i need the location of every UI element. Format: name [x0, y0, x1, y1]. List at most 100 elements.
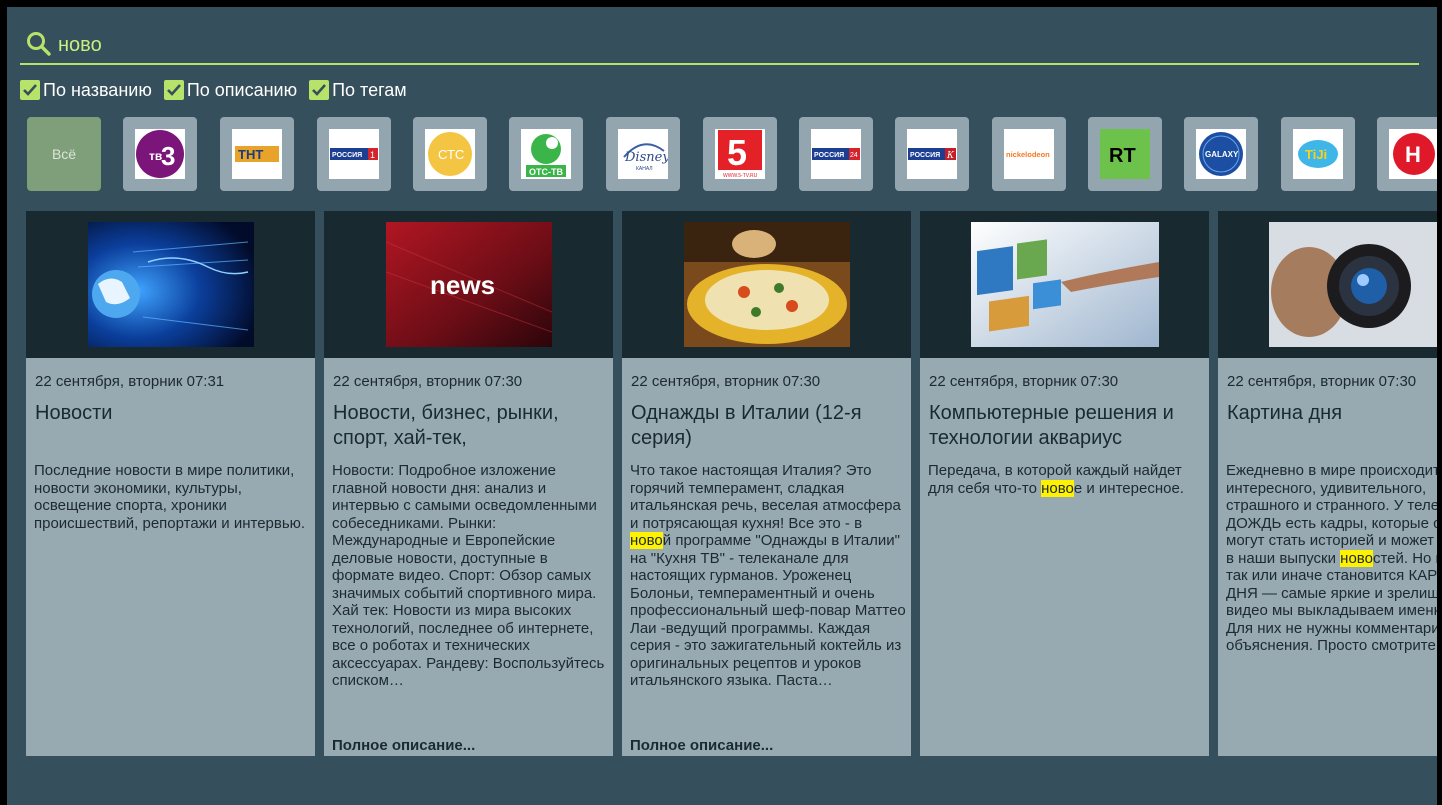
- svg-text:24: 24: [850, 152, 858, 159]
- filter-by-title[interactable]: По названию: [20, 80, 152, 101]
- svg-text:ТНТ: ТНТ: [238, 147, 263, 162]
- disney-logo: Disney КАНАЛ: [618, 129, 668, 179]
- card-date: 22 сентября, вторник 07:30: [631, 373, 821, 390]
- channel5-logo: 5 WWW.5-TV.RU: [715, 129, 765, 179]
- svg-text:ОТС-ТВ: ОТС-ТВ: [529, 167, 563, 177]
- tech-screens-thumbnail: [970, 222, 1159, 347]
- filter-label: По названию: [43, 79, 152, 100]
- russia24-logo: РОССИЯ 24: [811, 129, 861, 179]
- svg-text:РОССИЯ: РОССИЯ: [910, 152, 940, 159]
- channel-ots[interactable]: ОТС-ТВ: [509, 117, 583, 191]
- channel-all-button[interactable]: Всё: [27, 117, 101, 191]
- desc-text: Последние новости в мире политики, новос…: [34, 462, 306, 532]
- channel-tv3[interactable]: тв 3: [123, 117, 197, 191]
- channel-galaxy[interactable]: GALAXY: [1184, 117, 1258, 191]
- svg-text:К: К: [946, 151, 955, 161]
- desc-text: й программе "Однажды в Италии" на "Кухня…: [630, 532, 906, 689]
- rt-logo: RT: [1100, 129, 1150, 179]
- card-description: Ежедневно в мире происходит интересного,…: [1226, 462, 1437, 655]
- program-card[interactable]: 22 сентября, вторник 07:31 Новости После…: [26, 211, 315, 756]
- desc-text: е и интересное.: [1073, 479, 1184, 497]
- channel-russia24[interactable]: РОССИЯ 24: [799, 117, 873, 191]
- channel-all-label: Всё: [51, 146, 77, 162]
- card-description: Новости: Подробное изложение главной нов…: [332, 462, 608, 690]
- card-thumbnail-area: [622, 211, 911, 358]
- checkbox-checked-icon[interactable]: [163, 80, 184, 100]
- news-thumbnail: news: [385, 222, 552, 347]
- desc-text: Что такое настоящая Италия? Это горячий …: [630, 462, 901, 532]
- checkbox-checked-icon[interactable]: [20, 80, 40, 100]
- channel-5[interactable]: 5 WWW.5-TV.RU: [703, 117, 777, 191]
- program-card[interactable]: 22 сентября, вторник 07:30 Картина дня Е…: [1218, 211, 1437, 756]
- news-thumbnail-text: news: [430, 270, 495, 300]
- program-card[interactable]: news 22 сентября, вторник 07:30 Новости,…: [324, 211, 613, 756]
- card-thumbnail-area: [920, 211, 1209, 358]
- card-date: 22 сентября, вторник 07:31: [35, 373, 225, 390]
- search-bar[interactable]: [20, 25, 1419, 65]
- card-title: Компьютерные решения и технологии аквари…: [929, 402, 1174, 449]
- search-filters: По названию По описанию По тегам: [20, 79, 419, 101]
- channel-sts[interactable]: СТС: [413, 117, 487, 191]
- channel-h[interactable]: Н: [1377, 117, 1437, 191]
- full-description-link[interactable]: Полное описание...: [630, 737, 773, 754]
- search-highlight: ново: [630, 532, 663, 549]
- card-title: Новости, бизнес, рынки, спорт, хай-тек,: [333, 402, 559, 449]
- svg-text:3: 3: [161, 141, 175, 171]
- channel-disney[interactable]: Disney КАНАЛ: [606, 117, 680, 191]
- russia-k-logo: РОССИЯ К: [907, 129, 957, 179]
- sts-logo: СТС: [425, 129, 475, 179]
- program-card[interactable]: 22 сентября, вторник 07:30 Однажды в Ита…: [622, 211, 911, 756]
- tiji-logo: TiJi: [1293, 129, 1343, 179]
- tnt-logo: ТНТ: [232, 129, 282, 179]
- search-input[interactable]: [56, 31, 660, 59]
- russia1-logo: РОССИЯ 1: [329, 129, 379, 179]
- channel-rt[interactable]: RT: [1088, 117, 1162, 191]
- svg-text:WWW.5-TV.RU: WWW.5-TV.RU: [723, 173, 758, 179]
- filter-by-tags[interactable]: По тегам: [309, 80, 407, 101]
- svg-text:РОССИЯ: РОССИЯ: [332, 152, 362, 159]
- svg-text:Н: Н: [1405, 142, 1421, 167]
- search-highlight: ново: [1340, 549, 1373, 567]
- desc-text: Новости: Подробное изложение главной нов…: [332, 462, 605, 689]
- full-description-link[interactable]: Полное описание...: [332, 737, 475, 754]
- camera-thumbnail: [1268, 222, 1437, 347]
- world-globe-thumbnail: [87, 222, 254, 347]
- search-icon[interactable]: [26, 31, 52, 57]
- nickelodeon-logo: nickelodeon: [1004, 129, 1054, 179]
- card-title: Новости: [35, 402, 113, 424]
- card-description: Что такое настоящая Италия? Это горячий …: [630, 462, 906, 690]
- filter-label: По описанию: [186, 79, 298, 100]
- h-logo: Н: [1389, 129, 1437, 179]
- filter-by-description[interactable]: По описанию: [163, 79, 298, 101]
- card-thumbnail-area: [1218, 211, 1437, 358]
- svg-text:Disney: Disney: [624, 150, 668, 165]
- channel-strip: Всё тв 3 ТНТ РОССИЯ 1 СТС ОТС-ТВ Disney …: [27, 117, 1437, 191]
- card-title: Однажды в Италии (12-я серия): [631, 402, 862, 449]
- search-screen: По названию По описанию По тегам Всё тв3: [7, 7, 1437, 805]
- svg-text:РОССИЯ: РОССИЯ: [814, 152, 844, 159]
- program-card[interactable]: 22 сентября, вторник 07:30 Компьютерные …: [920, 211, 1209, 756]
- search-highlight: ново: [1041, 479, 1074, 497]
- card-thumbnail-area: [26, 211, 315, 358]
- svg-text:КАНАЛ: КАНАЛ: [636, 166, 653, 172]
- filter-label: По тегам: [332, 79, 407, 100]
- tv3-logo: тв 3: [135, 129, 185, 179]
- channel-tiji[interactable]: TiJi: [1281, 117, 1355, 191]
- channel-tnt[interactable]: ТНТ: [220, 117, 294, 191]
- svg-text:5: 5: [727, 132, 747, 173]
- channel-russia-k[interactable]: РОССИЯ К: [895, 117, 969, 191]
- channel-nickelodeon[interactable]: nickelodeon: [992, 117, 1066, 191]
- svg-text:TiJi: TiJi: [1305, 147, 1327, 162]
- card-description: Последние новости в мире политики, новос…: [34, 462, 310, 532]
- ots-logo: ОТС-ТВ: [521, 129, 571, 179]
- svg-text:СТС: СТС: [438, 147, 464, 162]
- channel-russia1[interactable]: РОССИЯ 1: [317, 117, 391, 191]
- card-date: 22 сентября, вторник 07:30: [333, 373, 523, 390]
- svg-text:RT: RT: [1109, 145, 1136, 167]
- galaxy-logo: GALAXY: [1196, 129, 1246, 179]
- checkbox-checked-icon[interactable]: [309, 80, 330, 100]
- card-title: Картина дня: [1227, 402, 1343, 424]
- card-thumbnail-area: news: [324, 211, 613, 358]
- svg-text:1: 1: [370, 150, 375, 160]
- pasta-dish-thumbnail: [683, 222, 850, 347]
